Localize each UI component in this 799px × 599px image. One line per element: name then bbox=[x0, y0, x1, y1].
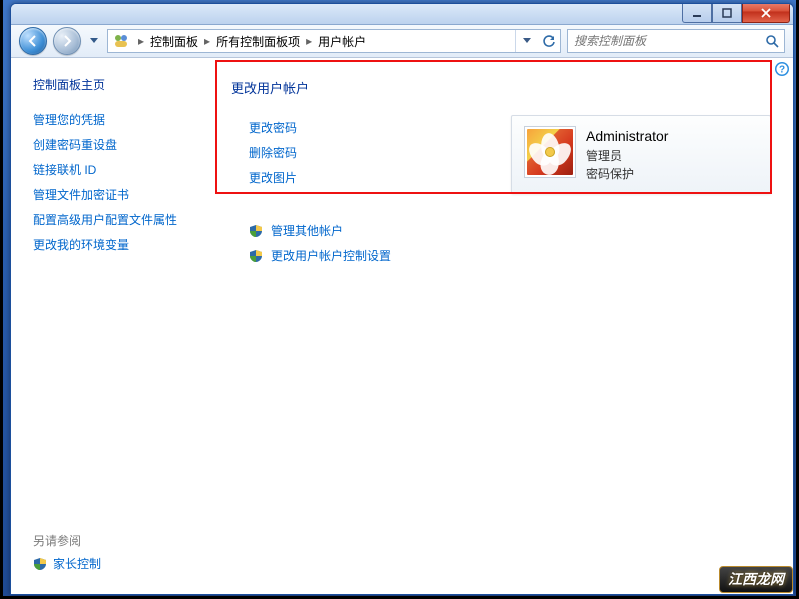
search-box[interactable] bbox=[567, 29, 785, 53]
sidebar-link-manage-credentials[interactable]: 管理您的凭据 bbox=[33, 107, 201, 132]
shield-icon bbox=[249, 249, 263, 263]
sidebar-link-parental-controls[interactable]: 家长控制 bbox=[33, 555, 201, 572]
breadcrumb-control-panel[interactable]: 控制面板 bbox=[148, 33, 200, 50]
manage-other-accounts-label: 管理其他帐户 bbox=[271, 222, 343, 239]
chevron-right-icon[interactable]: ▸ bbox=[134, 34, 148, 48]
action-change-picture[interactable]: 更改图片 bbox=[249, 165, 509, 190]
sidebar-link-change-env-variables[interactable]: 更改我的环境变量 bbox=[33, 232, 201, 257]
action-remove-password[interactable]: 删除密码 bbox=[249, 140, 509, 165]
chevron-right-icon[interactable]: ▸ bbox=[302, 34, 316, 48]
action-change-password[interactable]: 更改密码 bbox=[249, 115, 509, 140]
navbar: ▸ 控制面板 ▸ 所有控制面板项 ▸ 用户帐户 bbox=[11, 25, 793, 58]
history-dropdown[interactable] bbox=[87, 38, 101, 44]
sidebar: 控制面板主页 管理您的凭据 创建密码重设盘 链接联机 ID 管理文件加密证书 配… bbox=[11, 58, 213, 595]
chevron-right-icon[interactable]: ▸ bbox=[200, 34, 214, 48]
main-content: ? 更改用户帐户 更改密码 删除密码 更改图片 bbox=[213, 58, 793, 595]
see-also-label: 另请参阅 bbox=[33, 532, 201, 549]
change-uac-label: 更改用户帐户控制设置 bbox=[271, 247, 391, 264]
user-password-status: 密码保护 bbox=[586, 165, 668, 183]
user-name: Administrator bbox=[586, 126, 668, 147]
section-title: 更改用户帐户 bbox=[231, 78, 771, 97]
parental-controls-label: 家长控制 bbox=[53, 555, 101, 572]
user-accounts-icon bbox=[111, 31, 131, 51]
help-icon[interactable]: ? bbox=[774, 61, 790, 77]
titlebar bbox=[11, 4, 793, 25]
search-icon[interactable] bbox=[760, 30, 784, 52]
breadcrumb-all-items[interactable]: 所有控制面板项 bbox=[214, 33, 302, 50]
action-manage-other-accounts[interactable]: 管理其他帐户 bbox=[249, 218, 771, 243]
search-input[interactable] bbox=[568, 34, 760, 48]
sidebar-link-advanced-profile-properties[interactable]: 配置高级用户配置文件属性 bbox=[33, 207, 201, 232]
sidebar-link-create-password-reset-disk[interactable]: 创建密码重设盘 bbox=[33, 132, 201, 157]
control-panel-window: ▸ 控制面板 ▸ 所有控制面板项 ▸ 用户帐户 bbox=[10, 3, 794, 595]
watermark: 江西龙网 bbox=[719, 566, 793, 593]
action-change-uac-settings[interactable]: 更改用户帐户控制设置 bbox=[249, 243, 771, 268]
address-bar[interactable]: ▸ 控制面板 ▸ 所有控制面板项 ▸ 用户帐户 bbox=[107, 29, 561, 53]
user-picture bbox=[524, 126, 576, 178]
sidebar-title[interactable]: 控制面板主页 bbox=[33, 76, 201, 93]
user-account-card[interactable]: Administrator 管理员 密码保护 bbox=[511, 115, 771, 194]
minimize-button[interactable] bbox=[682, 3, 712, 23]
maximize-button[interactable] bbox=[712, 3, 742, 23]
breadcrumb-user-accounts[interactable]: 用户帐户 bbox=[316, 33, 368, 50]
forward-button[interactable] bbox=[53, 27, 81, 55]
svg-text:?: ? bbox=[779, 65, 785, 76]
shield-icon bbox=[249, 224, 263, 238]
sidebar-link-link-online-id[interactable]: 链接联机 ID bbox=[33, 157, 201, 182]
refresh-button[interactable] bbox=[538, 30, 560, 52]
shield-icon bbox=[33, 557, 47, 571]
back-button[interactable] bbox=[19, 27, 47, 55]
address-dropdown[interactable] bbox=[516, 30, 538, 52]
close-button[interactable] bbox=[742, 3, 790, 23]
user-role: 管理员 bbox=[586, 147, 668, 165]
sidebar-link-manage-file-encryption-certs[interactable]: 管理文件加密证书 bbox=[33, 182, 201, 207]
